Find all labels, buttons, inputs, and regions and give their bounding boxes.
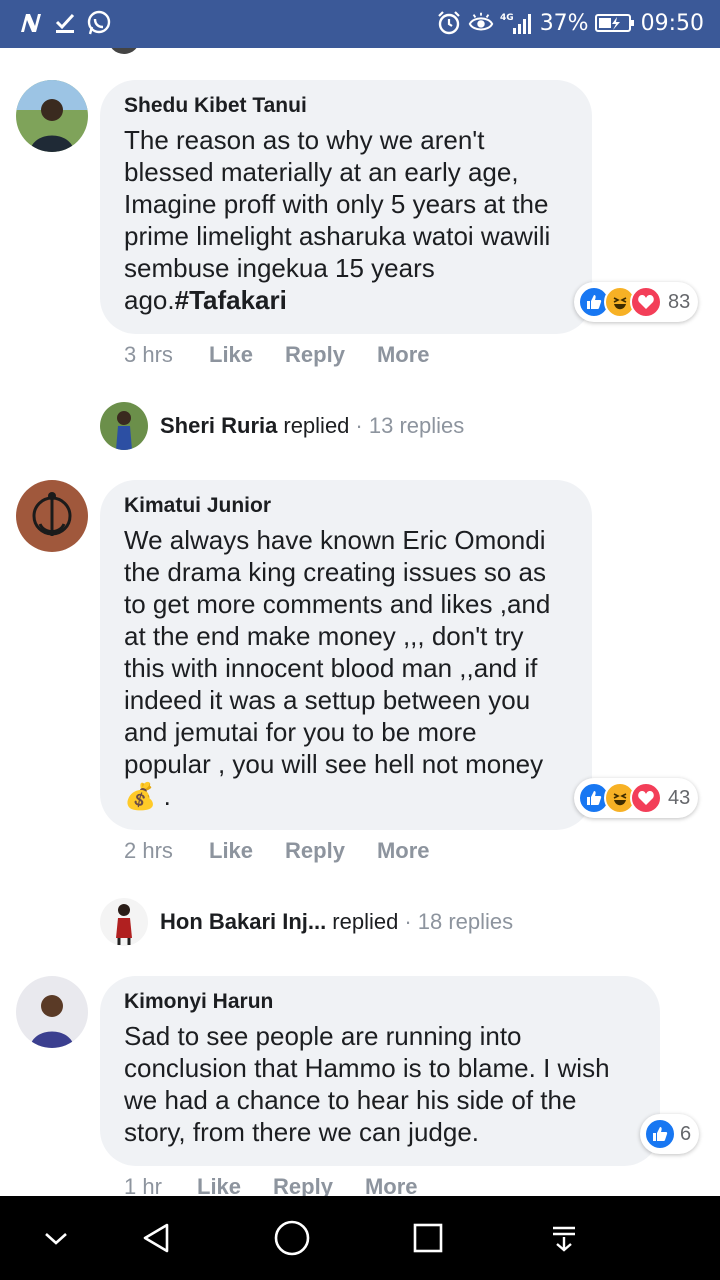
recents-square-icon[interactable] [404,1214,452,1262]
reply-author: Sheri Ruria [160,413,278,438]
view-replies-link[interactable]: Sheri Ruria replied · 13 replies [100,402,464,450]
comment-author[interactable]: Kimonyi Harun [124,990,636,1014]
home-circle-icon[interactable] [268,1214,316,1262]
eye-comfort-icon [468,10,494,36]
like-button[interactable]: Like [197,1174,241,1196]
reply-button[interactable]: Reply [285,342,345,368]
avatar[interactable] [16,976,88,1048]
comment-author[interactable]: Kimatui Junior [124,494,568,518]
n-notification-icon [18,10,44,36]
comment-text: We always have known Eric Omondi the dra… [124,525,551,812]
more-button[interactable]: More [377,342,430,368]
comment-bubble: Kimatui Junior We always have known Eric… [100,480,592,830]
avatar[interactable] [16,480,88,552]
battery-icon [594,10,635,36]
navigation-bar [0,1196,720,1280]
reactions-summary[interactable]: 6 [640,1114,700,1154]
reactions-summary[interactable]: 43 [574,778,699,818]
reaction-count: 43 [668,786,691,809]
back-triangle-icon[interactable] [132,1214,180,1262]
avatar[interactable] [16,80,88,152]
like-button[interactable]: Like [209,838,253,864]
view-replies-link[interactable]: Hon Bakari Inj... replied · 18 replies [100,898,513,946]
comments-list: Shedu Kibet Tanui The reason as to why w… [0,48,720,1196]
reaction-count: 83 [668,290,691,313]
status-bar: 4G 37% 09:50 [0,0,720,48]
more-button[interactable]: More [365,1174,418,1196]
comment-author[interactable]: Shedu Kibet Tanui [124,94,568,118]
reactions-summary[interactable]: 83 [574,282,699,322]
download-check-icon [52,10,78,36]
alarm-icon [436,10,462,36]
reply-button[interactable]: Reply [285,838,345,864]
clock: 09:50 [640,10,704,36]
comment-actions: 2 hrs Like Reply More [124,838,462,864]
svg-text:4G: 4G [500,13,514,23]
comment-time[interactable]: 2 hrs [124,838,209,864]
money-bag-emoji: 💰 [124,782,157,812]
reply-count: · 13 replies [355,413,465,438]
comment-text: Sad to see people are running into concl… [124,1021,610,1147]
comment-bubble: Kimonyi Harun Sad to see people are runn… [100,976,660,1166]
reply-verb: replied [332,909,399,934]
reply-verb: replied [283,413,350,438]
love-reaction-icon [630,782,662,814]
comment-bubble: Shedu Kibet Tanui The reason as to why w… [100,80,592,334]
comment-actions: 3 hrs Like Reply More [124,342,462,368]
like-reaction-icon [644,1118,676,1150]
avatar[interactable] [108,48,140,54]
avatar [100,402,148,450]
whatsapp-icon [86,10,112,36]
reply-button[interactable]: Reply [273,1174,333,1196]
comment-text: The reason as to why we aren't blessed m… [124,125,551,315]
signal-icon: 4G [500,10,534,36]
hashtag-link[interactable]: #Tafakari [175,285,287,315]
reply-count: · 18 replies [404,909,514,934]
more-button[interactable]: More [377,838,430,864]
like-button[interactable]: Like [209,342,253,368]
comment-time[interactable]: 1 hr [124,1174,197,1196]
comment-time[interactable]: 3 hrs [124,342,209,368]
chevron-down-icon[interactable] [32,1214,80,1262]
avatar [100,898,148,946]
love-reaction-icon [630,286,662,318]
comment-actions: 1 hr Like Reply More [124,1174,450,1196]
battery-percent: 37% [539,10,589,36]
reaction-count: 6 [680,1122,692,1145]
notification-pull-icon[interactable] [540,1214,588,1262]
reply-author: Hon Bakari Inj... [160,909,327,934]
